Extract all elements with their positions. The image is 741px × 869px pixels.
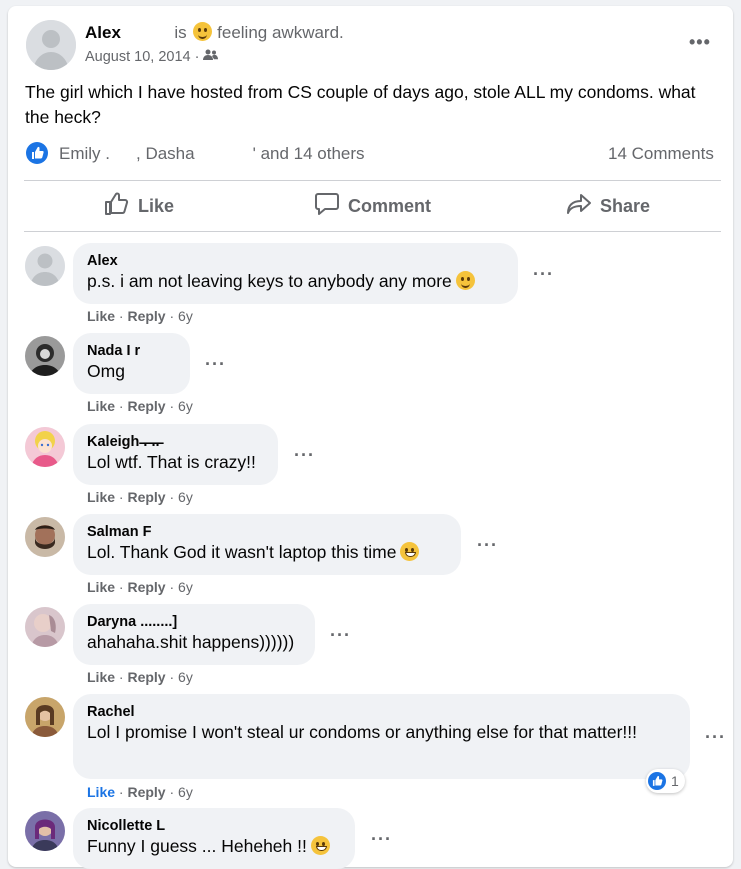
comment-more-options-icon[interactable]: ··· <box>477 535 498 556</box>
share-label: Share <box>600 196 651 216</box>
smile-emoji-icon <box>455 271 475 290</box>
comment-meta: Like · Reply · 6y <box>87 669 193 685</box>
is-label: is <box>174 23 187 42</box>
commenter-name[interactable]: Daryna ........] <box>87 613 301 631</box>
commenter-name[interactable]: Salman F <box>87 523 447 541</box>
reactor-1: Emily . <box>59 144 110 163</box>
reactor-2: , Dasha <box>136 144 195 163</box>
awkward-emoji-icon <box>193 22 213 41</box>
comment-bubble: Salman F Lol. Thank God it wasn't laptop… <box>73 514 461 575</box>
divider <box>24 231 721 232</box>
comment-more-options-icon[interactable]: ··· <box>705 727 726 748</box>
comment-text: Lol. Thank God it wasn't laptop this tim… <box>87 541 447 564</box>
comment-age[interactable]: 6y <box>178 579 193 595</box>
commenter-name[interactable]: Kaleigh ̶.̶ ̶.̶.̶ <box>87 433 264 451</box>
avatar[interactable] <box>25 517 65 557</box>
comment-meta: Like · Reply · 6y <box>87 308 193 324</box>
comment-reply-link[interactable]: Reply <box>127 669 165 685</box>
avatar[interactable] <box>25 697 65 737</box>
comment-like-link[interactable]: Like <box>87 784 115 800</box>
comment-age[interactable]: 6y <box>178 398 193 414</box>
comment-bubble: Alex p.s. i am not leaving keys to anybo… <box>73 243 518 304</box>
comment-bubble: Nada I r Omg <box>73 333 190 394</box>
post-more-options-icon[interactable]: ••• <box>689 32 711 53</box>
avatar[interactable] <box>25 427 65 467</box>
comment-bubble: Nicollette L Funny I guess ... Heheheh !… <box>73 808 355 869</box>
comment-reaction-badge[interactable]: 1 <box>646 769 685 793</box>
comment-more-options-icon[interactable]: ··· <box>294 445 315 466</box>
reactions-names[interactable]: Emily . , Dasha ' and 14 others <box>59 144 365 164</box>
like-label: Like <box>138 196 175 216</box>
comment-more-options-icon[interactable]: ··· <box>330 625 351 646</box>
comment-text: p.s. i am not leaving keys to anybody an… <box>87 270 504 293</box>
comment-meta: Like · Reply · 6y <box>87 489 193 505</box>
author-avatar[interactable] <box>26 20 76 70</box>
comment-reply-link[interactable]: Reply <box>127 489 165 505</box>
author-name[interactable]: Alex <box>85 23 121 42</box>
comment-age[interactable]: 6y <box>178 784 193 800</box>
avatar[interactable] <box>25 336 65 376</box>
comment-text: ahahaha.shit happens)))))) <box>87 632 295 652</box>
comment-bubble-icon <box>314 192 340 221</box>
comment-text: Lol I promise I won't steal ur condoms o… <box>87 722 637 742</box>
comment-more-options-icon[interactable]: ··· <box>205 354 226 375</box>
comment-like-link[interactable]: Like <box>87 579 115 595</box>
comment-age[interactable]: 6y <box>178 308 193 324</box>
comment-like-link[interactable]: Like <box>87 489 115 505</box>
comment-like-link[interactable]: Like <box>87 398 115 414</box>
laugh-emoji-icon <box>310 836 330 855</box>
avatar[interactable] <box>25 607 65 647</box>
share-button[interactable]: Share <box>566 192 650 221</box>
comment-reply-link[interactable]: Reply <box>127 308 165 324</box>
reactors-others: ' and 14 others <box>252 144 365 163</box>
comment-label: Comment <box>348 196 432 216</box>
feeling-label: feeling awkward. <box>217 23 344 42</box>
commenter-name[interactable]: Nada I r <box>87 342 176 360</box>
commenter-name[interactable]: Rachel <box>87 703 676 721</box>
divider <box>24 180 721 181</box>
post-header-line: Alex is feeling awkward. <box>85 22 344 43</box>
comment-bubble: Rachel Lol I promise I won't steal ur co… <box>73 694 690 779</box>
comments-count[interactable]: 14 Comments <box>608 144 714 164</box>
reaction-count: 1 <box>671 773 679 789</box>
comment-meta: Like · Reply · 6y <box>87 784 193 800</box>
post-card: Alex is feeling awkward. August 10, 2014… <box>8 6 733 869</box>
comment-like-link[interactable]: Like <box>87 669 115 685</box>
grin-emoji-icon <box>400 542 420 561</box>
post-timestamp-line: August 10, 2014 · <box>85 49 219 65</box>
post-body: The girl which I have hosted from CS cou… <box>25 82 696 127</box>
comment-age[interactable]: 6y <box>178 669 193 685</box>
comment-text: Lol wtf. That is crazy!! <box>87 452 256 472</box>
avatar[interactable] <box>25 246 65 286</box>
comment-like-link[interactable]: Like <box>87 308 115 324</box>
post-date[interactable]: August 10, 2014 · <box>85 49 199 65</box>
comment-reply-link[interactable]: Reply <box>127 579 165 595</box>
comment-reply-link[interactable]: Reply <box>127 784 165 800</box>
comment-text: Omg <box>87 361 125 381</box>
comment-age[interactable]: 6y <box>178 489 193 505</box>
comment-meta: Like · Reply · 6y <box>87 398 193 414</box>
comment-more-options-icon[interactable]: ··· <box>371 829 392 850</box>
like-button[interactable]: Like <box>104 192 174 221</box>
friends-icon <box>203 49 219 65</box>
comment-button[interactable]: Comment <box>314 192 431 221</box>
avatar[interactable] <box>25 811 65 851</box>
commenter-name[interactable]: Nicollette L <box>87 817 341 835</box>
comment-bubble: Kaleigh ̶.̶ ̶.̶.̶ Lol wtf. That is crazy… <box>73 424 278 485</box>
commenter-name[interactable]: Alex <box>87 252 504 270</box>
comment-more-options-icon[interactable]: ··· <box>533 264 554 285</box>
like-reaction-icon[interactable] <box>26 142 48 164</box>
comment-bubble: Daryna ........] ahahaha.shit happens)))… <box>73 604 315 665</box>
comment-reply-link[interactable]: Reply <box>127 398 165 414</box>
thumbs-up-icon <box>104 192 130 221</box>
comment-meta: Like · Reply · 6y <box>87 579 193 595</box>
comment-text: Funny I guess ... Heheheh !! <box>87 835 341 858</box>
like-reaction-icon <box>648 772 666 790</box>
share-arrow-icon <box>566 192 592 221</box>
